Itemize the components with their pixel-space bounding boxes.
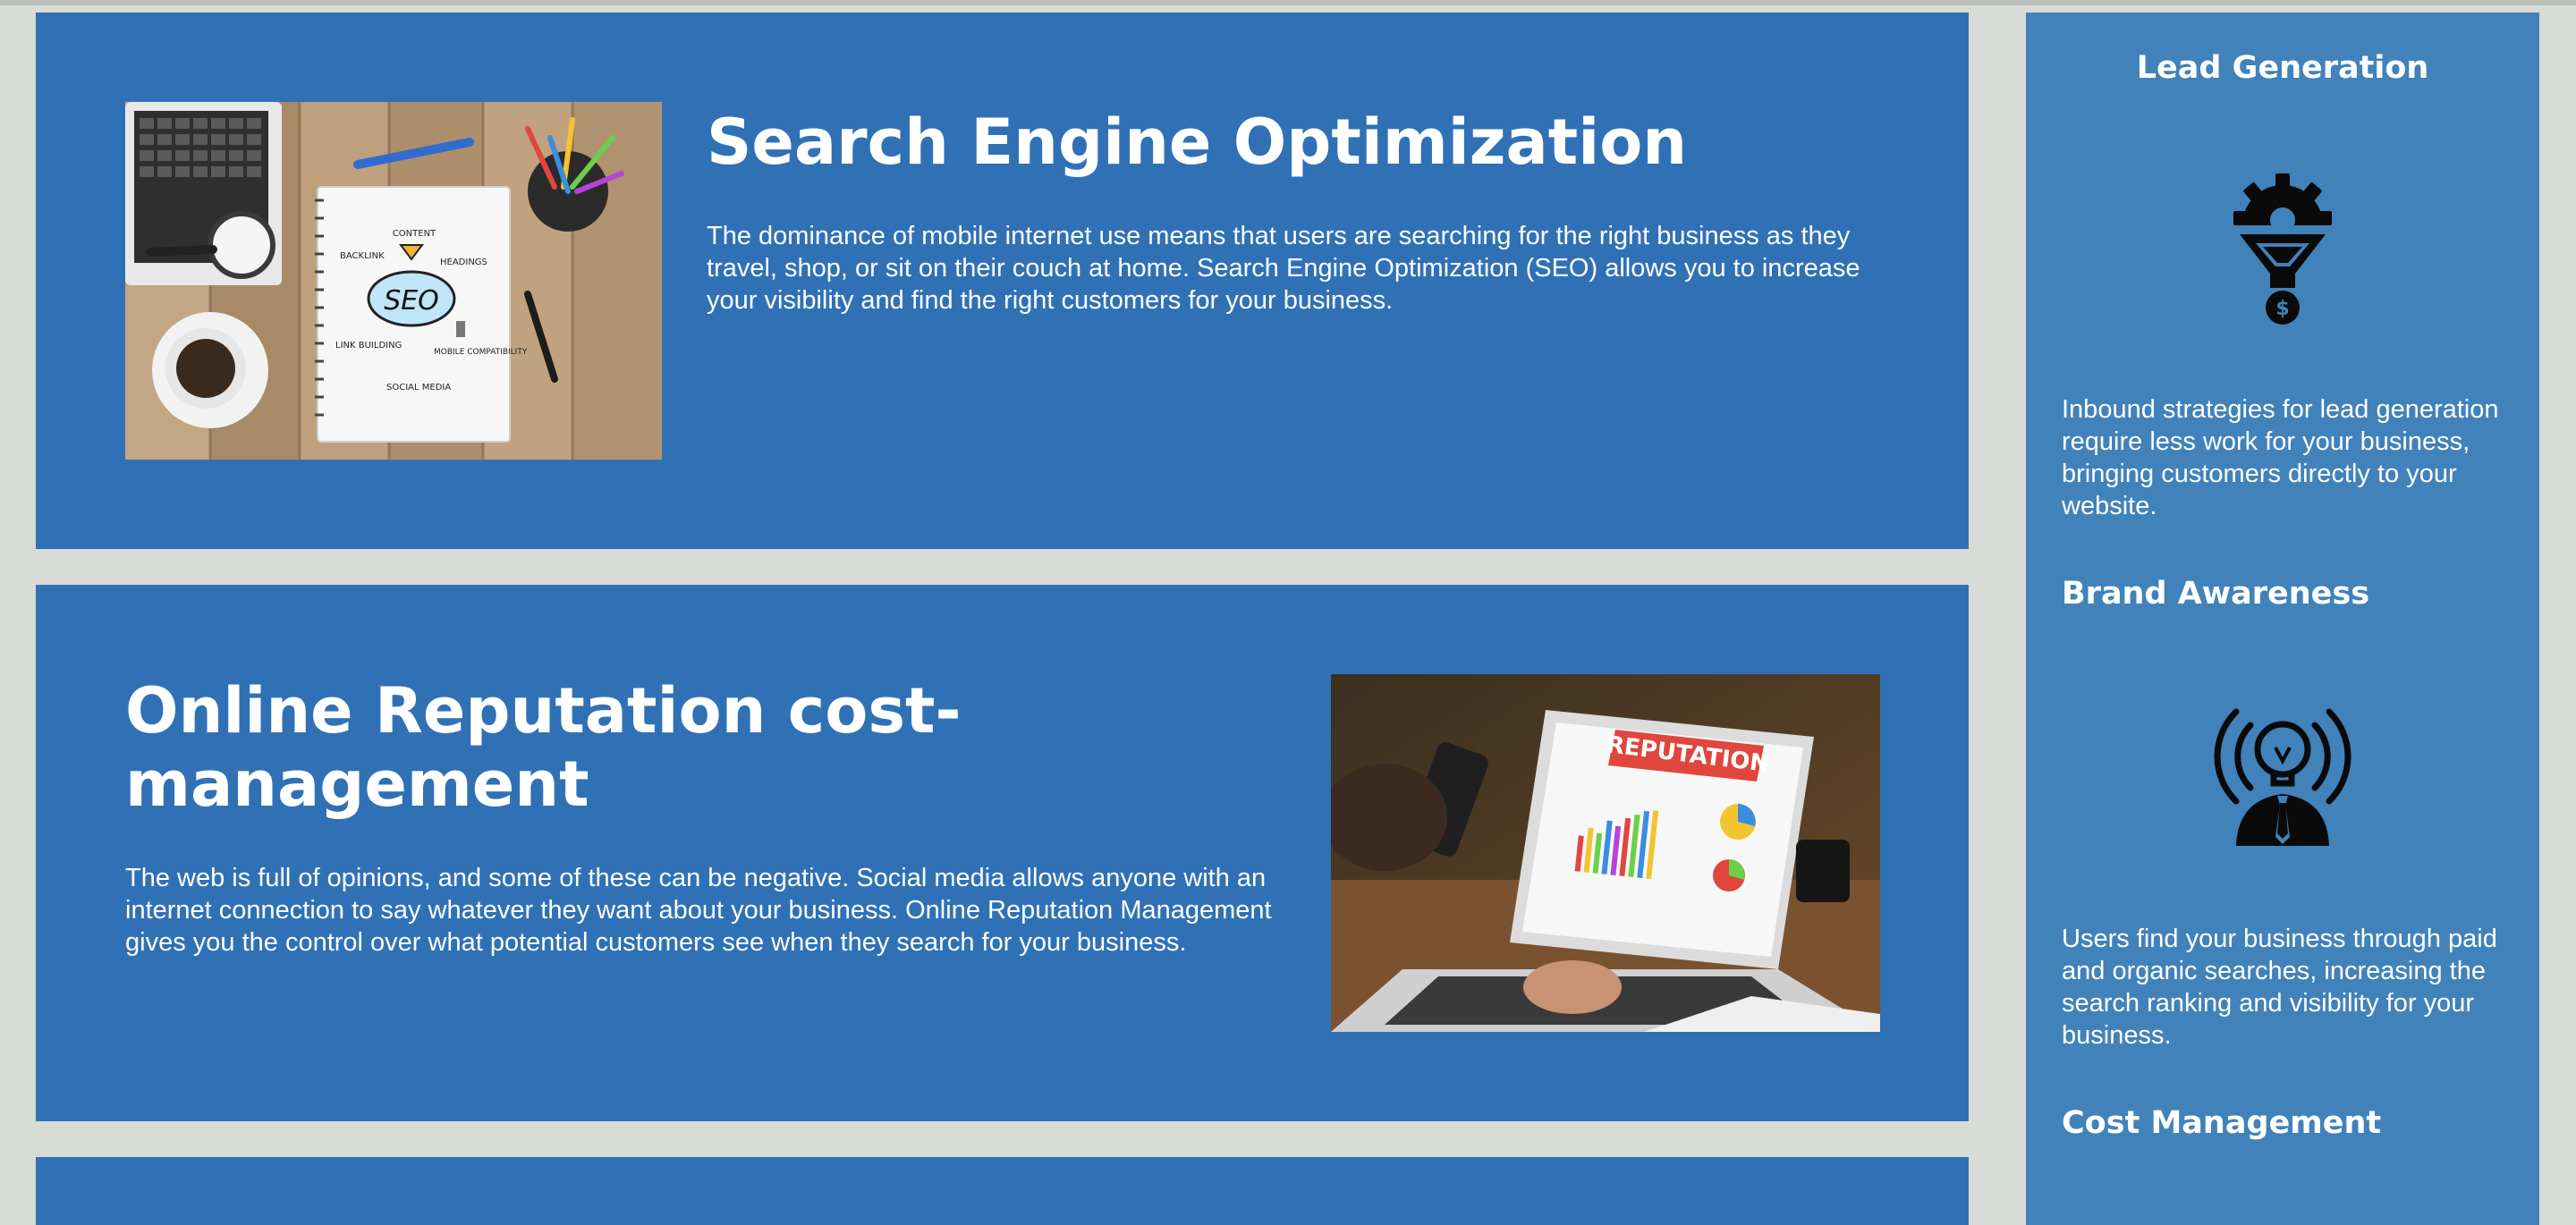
lead-funnel-icon: $ xyxy=(2026,173,2539,325)
svg-text:$: $ xyxy=(2275,298,2289,320)
cost-management-section: Cost Management xyxy=(2062,1103,2381,1143)
orm-description: The web is full of opinions, and some of… xyxy=(125,864,1272,957)
brand-lightbulb-icon xyxy=(2026,694,2539,855)
seo-label-link-building: LINK BUILDING xyxy=(335,341,402,351)
seo-label-headings: HEADINGS xyxy=(440,258,487,267)
brand-awareness-description-wrap: Users find your business through paid an… xyxy=(2026,923,2539,1052)
seo-description: The dominance of mobile internet use mea… xyxy=(707,222,1860,315)
service-card-seo: SEO CONTENT BACKLINK HEADINGS LINK BUILD… xyxy=(36,13,1969,549)
seo-title: Search Engine Optimization xyxy=(707,106,1688,179)
seo-label-social: SOCIAL MEDIA xyxy=(386,383,451,393)
seo-label-mobile: MOBILE COMPATIBILITY xyxy=(434,348,528,357)
cost-management-title: Cost Management xyxy=(2062,1105,2382,1141)
top-divider xyxy=(0,0,2576,5)
orm-laptop-illustration: REPUTATION xyxy=(1331,674,1880,1032)
seo-desk-illustration: SEO CONTENT BACKLINK HEADINGS LINK BUILD… xyxy=(125,102,662,460)
service-card-orm: Online Reputation cost-management The we… xyxy=(36,585,1969,1121)
seo-label-content: CONTENT xyxy=(393,229,436,239)
orm-text-block: Online Reputation cost-management The we… xyxy=(125,674,1306,959)
seo-notebook-center: SEO xyxy=(384,285,439,317)
orm-image: REPUTATION xyxy=(1331,674,1880,1032)
service-card-next xyxy=(36,1157,1969,1225)
lead-generation-description-wrap: Inbound strategies for lead generation r… xyxy=(2026,393,2539,522)
lead-generation-description: Inbound strategies for lead generation r… xyxy=(2062,395,2499,520)
lead-generation-title: Lead Generation xyxy=(2136,50,2429,86)
brand-awareness-title: Brand Awareness xyxy=(2062,576,2370,612)
brand-awareness-section: Brand Awareness xyxy=(2062,574,2369,613)
seo-image: SEO CONTENT BACKLINK HEADINGS LINK BUILD… xyxy=(125,102,662,460)
orm-title: Online Reputation cost-management xyxy=(125,674,962,821)
lead-generation-section: Lead Generation xyxy=(2026,48,2539,88)
seo-text-block: Search Engine Optimization The dominance… xyxy=(707,102,1914,317)
benefits-sidebar: Lead Generation $ Inbound strategies for… xyxy=(2026,13,2539,1225)
seo-label-backlink: BACKLINK xyxy=(340,251,385,261)
brand-awareness-description: Users find your business through paid an… xyxy=(2062,925,2497,1050)
page: SEO CONTENT BACKLINK HEADINGS LINK BUILD… xyxy=(0,0,2576,1225)
